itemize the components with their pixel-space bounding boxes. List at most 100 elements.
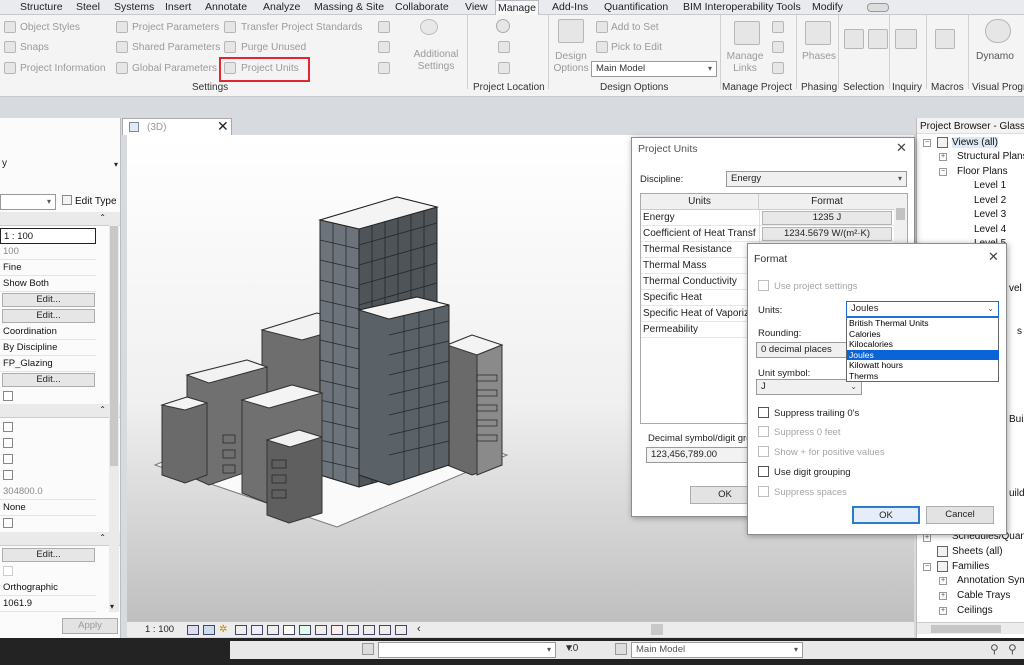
edit-type-button[interactable]: Edit Type xyxy=(75,196,117,207)
project-parameters-button[interactable]: Project Parameters xyxy=(132,22,219,33)
position-icon[interactable] xyxy=(498,62,510,74)
tab-annotate[interactable]: Annotate xyxy=(203,0,249,15)
transfer-project-standards-button[interactable]: Transfer Project Standards xyxy=(241,22,362,33)
section-box-checkbox[interactable] xyxy=(3,518,13,528)
browser-item-families[interactable]: Families xyxy=(952,561,989,572)
starting-view-icon[interactable] xyxy=(772,41,784,53)
browser-item-ceilings[interactable]: Ceilings xyxy=(957,605,993,616)
expand-icon[interactable]: + xyxy=(939,153,947,161)
unit-row-label[interactable]: Thermal Conductivity xyxy=(641,274,759,290)
parts-visibility-field[interactable]: Show Both xyxy=(0,276,96,292)
instance-filter-select[interactable]: ▾ xyxy=(0,194,56,210)
phases-button[interactable]: Phases xyxy=(802,51,836,62)
tab-massing-site[interactable]: Massing & Site xyxy=(312,0,386,15)
detail-level-icon[interactable] xyxy=(187,625,199,635)
tab-manage[interactable]: Manage xyxy=(495,0,539,15)
browser-item-level-1[interactable]: Level 1 xyxy=(974,180,1006,191)
units-select[interactable]: Joules ⌄ xyxy=(846,301,999,317)
camera-section-header[interactable]: ⌃ xyxy=(0,532,120,546)
materials-icon[interactable] xyxy=(378,21,390,33)
browser-hscrollbar[interactable] xyxy=(917,622,1024,634)
format-ok-button[interactable]: OK xyxy=(852,506,920,524)
locked-orientation-checkbox[interactable] xyxy=(3,566,13,576)
manage-images-icon[interactable] xyxy=(772,21,784,33)
unit-format-button[interactable]: 1234.5679 W/(m²·K) xyxy=(762,227,892,241)
scroll-left-icon[interactable]: ‹ xyxy=(417,623,421,635)
close-view-icon[interactable]: ✕ xyxy=(217,118,229,135)
tab-bim-interoperability[interactable]: BIM Interoperability Tools xyxy=(681,0,803,15)
property-checkbox[interactable] xyxy=(3,391,13,401)
unit-row-label[interactable]: Energy xyxy=(641,210,759,226)
browser-item-partial[interactable]: Buil xyxy=(1009,414,1024,425)
unit-option[interactable]: British Thermal Units xyxy=(847,318,999,329)
unit-option-selected[interactable]: Joules xyxy=(847,349,999,361)
tab-systems[interactable]: Systems xyxy=(112,0,156,15)
use-project-settings-checkbox[interactable] xyxy=(758,280,769,291)
design-option-select[interactable]: Main Model ▾ xyxy=(591,61,717,77)
analytical-model-icon[interactable] xyxy=(363,625,375,635)
collapse-icon[interactable]: − xyxy=(923,563,931,571)
temp-hide-icon[interactable] xyxy=(315,625,327,635)
discipline-field[interactable]: Coordination xyxy=(0,324,96,340)
view-scale-label[interactable]: 1 : 100 xyxy=(145,624,174,635)
tab-quantification[interactable]: Quantification xyxy=(602,0,670,15)
close-dialog-icon[interactable]: ✕ xyxy=(896,140,907,156)
visual-style-icon[interactable] xyxy=(203,625,215,635)
view-scale-field[interactable]: 1 : 100 xyxy=(0,228,96,244)
tab-modify[interactable]: Modify xyxy=(810,0,845,15)
selection-icon[interactable] xyxy=(844,29,864,49)
show-plus-checkbox[interactable] xyxy=(758,446,769,457)
coordinates-icon[interactable] xyxy=(498,41,510,53)
additional-settings-button[interactable]: Additional Settings xyxy=(412,49,460,73)
unit-row-label[interactable]: Permeability xyxy=(641,322,759,338)
visibility-edit-button[interactable]: Edit... xyxy=(2,293,95,307)
browser-item-cable-trays[interactable]: Cable Trays xyxy=(957,590,1010,601)
browser-item-partial[interactable]: s xyxy=(1017,326,1022,337)
unit-row-label[interactable]: Thermal Resistance xyxy=(641,242,759,258)
worksets-icon[interactable] xyxy=(362,643,374,655)
tab-insert[interactable]: Insert xyxy=(163,0,193,15)
snaps-button[interactable]: Snaps xyxy=(20,42,49,53)
annotation-crop-checkbox[interactable] xyxy=(3,454,13,464)
highlight-displacement-icon[interactable] xyxy=(379,625,391,635)
design-options-button[interactable]: Design Options xyxy=(553,51,589,75)
format-cancel-button[interactable]: Cancel xyxy=(926,506,994,524)
global-parameters-button[interactable]: Global Parameters xyxy=(132,63,217,74)
suppress-spaces-checkbox[interactable] xyxy=(758,486,769,497)
browser-item-sheets[interactable]: Sheets (all) xyxy=(952,546,1003,557)
detail-level-field[interactable]: Fine xyxy=(0,260,96,276)
reveal-hidden-icon[interactable] xyxy=(331,625,343,635)
workset-select[interactable]: ▾ xyxy=(378,642,556,658)
mep-settings-icon[interactable] xyxy=(378,62,390,74)
graphics-section-header[interactable]: ⌃ xyxy=(0,212,120,226)
decimal-select[interactable]: 123,456,789.00 xyxy=(646,447,750,463)
browser-item-structural-plans[interactable]: Structural Plans xyxy=(957,151,1024,162)
unlock-3d-icon[interactable] xyxy=(299,625,311,635)
view-tab[interactable]: (3D) ✕ xyxy=(122,118,232,135)
manage-links-button[interactable]: Manage Links xyxy=(725,51,765,75)
far-clip-offset-field[interactable]: 304800.0 xyxy=(0,484,96,500)
browser-item-views[interactable]: Views (all) xyxy=(952,137,998,148)
default-template-field[interactable]: FP_Glazing xyxy=(0,356,96,372)
project-information-button[interactable]: Project Information xyxy=(20,63,106,74)
collapse-icon[interactable]: − xyxy=(923,139,931,147)
crop-view-icon[interactable] xyxy=(267,625,279,635)
show-crop-icon[interactable] xyxy=(283,625,295,635)
tab-add-ins[interactable]: Add-Ins xyxy=(550,0,590,15)
browser-item-partial[interactable]: uildi xyxy=(1009,488,1024,499)
expand-icon[interactable]: + xyxy=(939,577,947,585)
unit-format-button[interactable]: 1235 J xyxy=(762,211,892,225)
browser-item-floor-plans[interactable]: Floor Plans xyxy=(957,166,1008,177)
graphic-display-edit-button[interactable]: Edit... xyxy=(2,309,95,323)
crop-region-checkbox[interactable] xyxy=(3,438,13,448)
inquiry-icon[interactable] xyxy=(895,29,917,49)
digit-grouping-checkbox[interactable] xyxy=(758,466,769,477)
projection-mode-field[interactable]: Orthographic xyxy=(0,580,96,596)
scroll-down-icon[interactable]: ▾ xyxy=(110,602,114,611)
tab-structure[interactable]: Structure xyxy=(18,0,65,15)
design-options-status-icon[interactable] xyxy=(615,643,627,655)
tab-collaborate[interactable]: Collaborate xyxy=(393,0,451,15)
worksharing-icon[interactable] xyxy=(347,625,359,635)
dynamo-button[interactable]: Dynamo xyxy=(976,51,1014,62)
tab-view[interactable]: View xyxy=(463,0,490,15)
